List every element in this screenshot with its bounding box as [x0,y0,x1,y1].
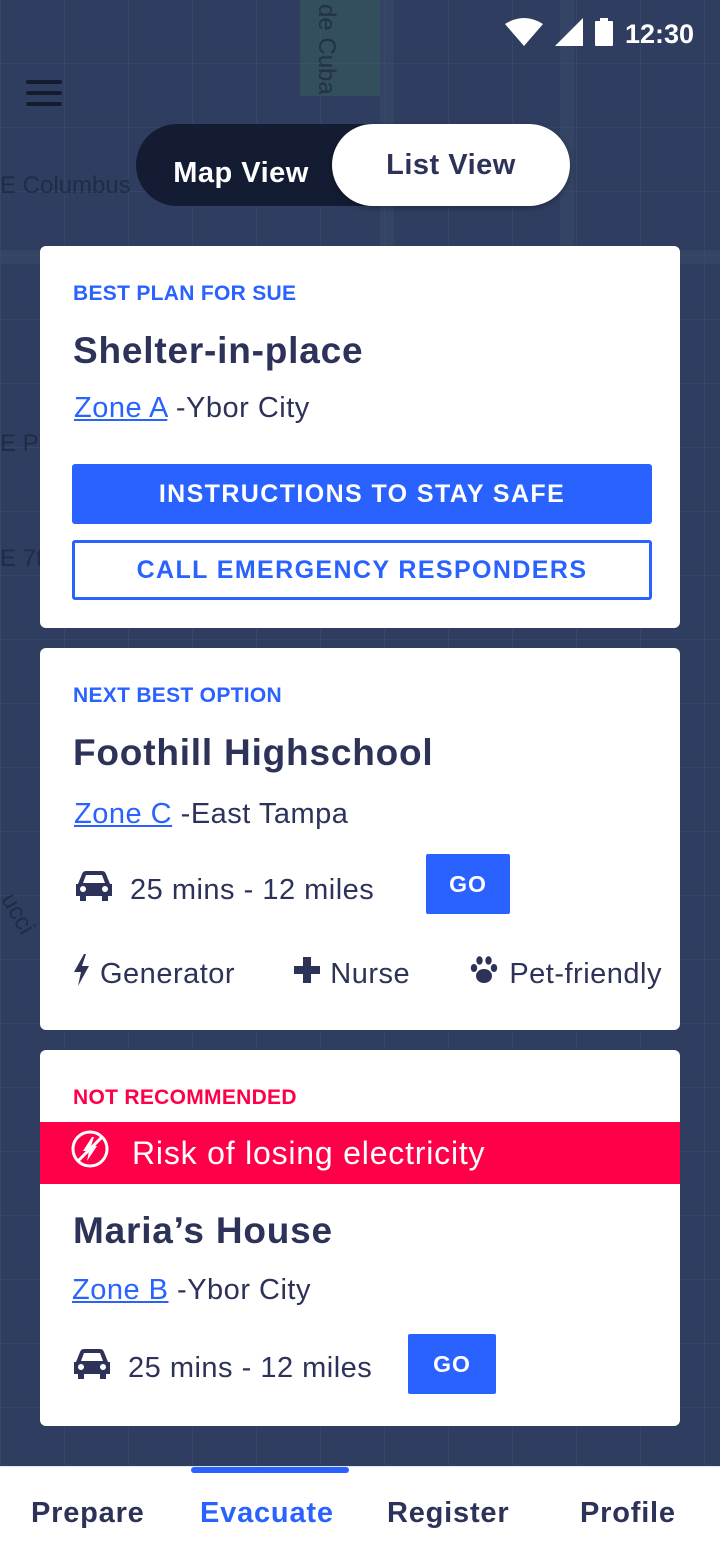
zone-area: -East Tampa [172,798,349,830]
card-title: Maria’s House [73,1210,333,1251]
nav-prepare[interactable]: Prepare [31,1497,145,1530]
amenities-list: Generator Nurse Pet-friendly [72,954,662,994]
active-tab-indicator [191,1467,349,1473]
amenity-item: Pet-friendly [469,954,662,994]
map-view-tab[interactable]: Map View [136,124,346,206]
amenity-label: Nurse [330,957,411,990]
amenity-label: Pet-friendly [509,957,662,990]
travel-info: 25 mins - 12 miles [72,1348,372,1388]
zone-row: Zone A -Ybor City [74,392,310,425]
card-eyebrow: NOT RECOMMENDED [73,1086,297,1109]
zone-link[interactable]: Zone C [74,798,172,830]
zone-link[interactable]: Zone A [74,392,167,424]
menu-icon[interactable] [26,80,62,106]
battery-icon [594,18,613,50]
plus-icon [294,957,321,991]
best-plan-card: BEST PLAN FOR SUE Shelter-in-place Zone … [40,246,680,628]
nav-profile[interactable]: Profile [580,1497,676,1530]
travel-text: 25 mins - 12 miles [130,873,375,906]
card-title: Foothill Highschool [73,732,434,773]
paw-icon [469,955,499,993]
card-eyebrow: BEST PLAN FOR SUE [73,282,297,305]
warning-banner: Risk of losing electricity [40,1122,680,1184]
call-responders-button[interactable]: CALL EMERGENCY RESPONDERS [72,540,652,600]
view-toggle: Map View List View [136,124,570,206]
status-bar: 12:30 [0,0,720,68]
nav-register[interactable]: Register [387,1497,509,1530]
map-street-label: E Columbus [0,172,131,199]
travel-info: 25 mins - 12 miles [74,870,374,910]
amenity-item: Nurse [294,954,410,994]
next-option-card: NEXT BEST OPTION Foothill Highschool Zon… [40,648,680,1030]
bottom-nav: Prepare Evacuate Register Profile [0,1466,720,1564]
no-power-icon [70,1129,110,1177]
lightning-icon [72,954,90,994]
zone-link[interactable]: Zone B [72,1274,169,1306]
travel-text: 25 mins - 12 miles [128,1351,373,1384]
amenity-item: Generator [72,954,235,994]
card-title: Shelter-in-place [73,330,364,371]
map-street-label: ucci [0,888,41,939]
amenity-label: Generator [100,957,236,990]
instructions-button[interactable]: INSTRUCTIONS TO STAY SAFE [72,464,652,524]
not-recommended-card: NOT RECOMMENDED Risk of losing electrici… [40,1050,680,1426]
zone-row: Zone C -East Tampa [74,798,348,831]
card-eyebrow: NEXT BEST OPTION [73,684,282,707]
warning-text: Risk of losing electricity [132,1134,486,1171]
zone-area: -Ybor City [167,392,310,424]
signal-icon [554,18,583,50]
status-time: 12:30 [624,18,694,49]
go-button[interactable]: GO [426,854,510,914]
zone-area: -Ybor City [168,1274,311,1306]
zone-row: Zone B -Ybor City [72,1274,311,1307]
go-button[interactable]: GO [408,1334,496,1394]
nav-evacuate[interactable]: Evacuate [200,1497,334,1530]
wifi-icon [504,18,543,50]
car-icon [74,870,114,910]
car-icon [72,1348,112,1388]
list-view-tab[interactable]: List View [332,124,570,206]
